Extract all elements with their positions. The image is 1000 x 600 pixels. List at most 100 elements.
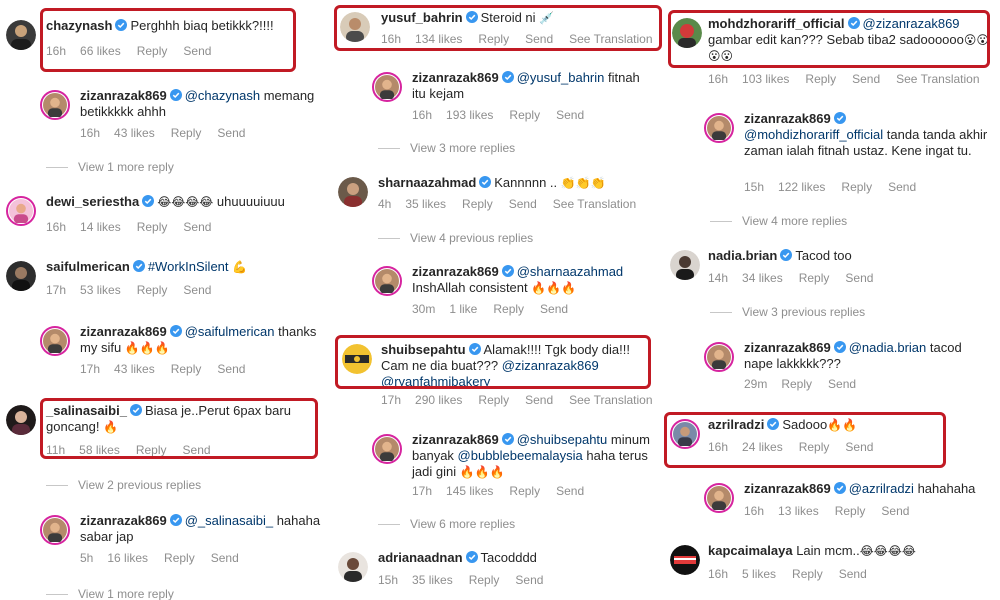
likes-count[interactable]: 122 likes — [778, 180, 825, 194]
avatar[interactable] — [342, 344, 372, 374]
reply-button[interactable]: Reply — [792, 567, 823, 581]
view-previous-replies[interactable]: View 2 previous replies — [46, 478, 201, 492]
comment-username[interactable]: sharnaazahmad — [378, 175, 476, 190]
comment-username[interactable]: dewi_seriestha — [46, 194, 139, 209]
mention-link[interactable]: @zizanrazak869 — [502, 358, 599, 373]
send-button[interactable]: Send — [852, 72, 880, 86]
send-button[interactable]: Send — [183, 44, 211, 58]
view-more-replies[interactable]: View 1 more reply — [46, 160, 174, 174]
reply-button[interactable]: Reply — [171, 362, 202, 376]
likes-count[interactable]: 35 likes — [405, 197, 446, 211]
reply-button[interactable]: Reply — [462, 197, 493, 211]
comment-username[interactable]: zizanrazak869 — [412, 432, 499, 447]
send-button[interactable]: Send — [881, 504, 909, 518]
mention-link[interactable]: @chazynash — [185, 88, 260, 103]
mention-link[interactable]: @yusuf_bahrin — [517, 70, 605, 85]
mention-link[interactable]: @azrilradzi — [849, 481, 914, 496]
mention-link[interactable]: @nadia.brian — [849, 340, 927, 355]
view-more-replies[interactable]: View 1 more reply — [46, 587, 174, 600]
likes-count[interactable]: 43 likes — [114, 126, 155, 140]
likes-count[interactable]: 103 likes — [742, 72, 789, 86]
likes-count[interactable]: 43 likes — [114, 362, 155, 376]
send-button[interactable]: Send — [845, 271, 873, 285]
comment-username[interactable]: zizanrazak869 — [80, 324, 167, 339]
send-button[interactable]: Send — [556, 484, 584, 498]
mention-link[interactable]: @saifulmerican — [185, 324, 275, 339]
likes-count[interactable]: 145 likes — [446, 484, 493, 498]
comment-username[interactable]: zizanrazak869 — [412, 70, 499, 85]
comment-username[interactable]: azrilradzi — [708, 417, 764, 432]
see-translation-button[interactable]: See Translation — [553, 197, 636, 211]
avatar[interactable] — [40, 515, 70, 545]
see-translation-button[interactable]: See Translation — [569, 32, 652, 46]
reply-button[interactable]: Reply — [509, 108, 540, 122]
reply-button[interactable]: Reply — [136, 443, 167, 457]
likes-count[interactable]: 24 likes — [742, 440, 783, 454]
mention-link[interactable]: @mohdizhorariff_official — [744, 127, 883, 142]
avatar[interactable] — [670, 545, 700, 575]
reply-button[interactable]: Reply — [781, 377, 812, 391]
mention-link[interactable]: @_salinasaibi_ — [185, 513, 273, 528]
comment-username[interactable]: zizanrazak869 — [412, 264, 499, 279]
likes-count[interactable]: 193 likes — [446, 108, 493, 122]
send-button[interactable]: Send — [525, 393, 553, 407]
likes-count[interactable]: 58 likes — [79, 443, 120, 457]
mention-link[interactable]: @zizanrazak869 — [863, 16, 960, 31]
likes-count[interactable]: 66 likes — [80, 44, 121, 58]
mention-link[interactable]: @sharnaazahmad — [517, 264, 623, 279]
comment-username[interactable]: shuibsepahtu — [381, 342, 466, 357]
reply-button[interactable]: Reply — [137, 220, 168, 234]
send-button[interactable]: Send — [540, 302, 568, 316]
comment-username[interactable]: saifulmerican — [46, 259, 130, 274]
comment-username[interactable]: zizanrazak869 — [744, 111, 831, 126]
avatar[interactable] — [704, 113, 734, 143]
avatar[interactable] — [6, 196, 36, 226]
comment-username[interactable]: zizanrazak869 — [744, 481, 831, 496]
view-more-replies[interactable]: View 4 more replies — [710, 214, 847, 228]
reply-button[interactable]: Reply — [137, 283, 168, 297]
hashtag-link[interactable]: #WorkInSilent — [148, 259, 229, 274]
send-button[interactable]: Send — [525, 32, 553, 46]
reply-button[interactable]: Reply — [478, 393, 509, 407]
likes-count[interactable]: 53 likes — [80, 283, 121, 297]
reply-button[interactable]: Reply — [478, 32, 509, 46]
reply-button[interactable]: Reply — [469, 573, 500, 587]
send-button[interactable]: Send — [845, 440, 873, 454]
reply-button[interactable]: Reply — [137, 44, 168, 58]
avatar[interactable] — [6, 405, 36, 435]
mention-link[interactable]: @bubblebeemalaysia — [458, 448, 583, 463]
avatar[interactable] — [670, 250, 700, 280]
send-button[interactable]: Send — [509, 197, 537, 211]
send-button[interactable]: Send — [217, 126, 245, 140]
comment-username[interactable]: nadia.brian — [708, 248, 777, 263]
avatar[interactable] — [372, 72, 402, 102]
send-button[interactable]: Send — [515, 573, 543, 587]
send-button[interactable]: Send — [888, 180, 916, 194]
view-previous-replies[interactable]: View 3 previous replies — [710, 305, 865, 319]
comment-username[interactable]: mohdzhorariff_official — [708, 16, 845, 31]
send-button[interactable]: Send — [839, 567, 867, 581]
avatar[interactable] — [372, 266, 402, 296]
comment-username[interactable]: chazynash — [46, 18, 112, 33]
reply-button[interactable]: Reply — [799, 271, 830, 285]
see-translation-button[interactable]: See Translation — [569, 393, 652, 407]
likes-count[interactable]: 13 likes — [778, 504, 819, 518]
avatar[interactable] — [338, 552, 368, 582]
reply-button[interactable]: Reply — [509, 484, 540, 498]
send-button[interactable]: Send — [828, 377, 856, 391]
view-more-replies[interactable]: View 3 more replies — [378, 141, 515, 155]
send-button[interactable]: Send — [211, 551, 239, 565]
avatar[interactable] — [670, 419, 700, 449]
view-more-replies[interactable]: View 6 more replies — [378, 517, 515, 531]
reply-button[interactable]: Reply — [841, 180, 872, 194]
avatar[interactable] — [704, 342, 734, 372]
reply-button[interactable]: Reply — [835, 504, 866, 518]
avatar[interactable] — [340, 12, 370, 42]
mention-link[interactable]: @ryanfahmibakery — [381, 374, 490, 389]
likes-count[interactable]: 1 like — [449, 302, 477, 316]
send-button[interactable]: Send — [183, 283, 211, 297]
reply-button[interactable]: Reply — [805, 72, 836, 86]
comment-username[interactable]: zizanrazak869 — [80, 513, 167, 528]
send-button[interactable]: Send — [217, 362, 245, 376]
avatar[interactable] — [672, 18, 702, 48]
